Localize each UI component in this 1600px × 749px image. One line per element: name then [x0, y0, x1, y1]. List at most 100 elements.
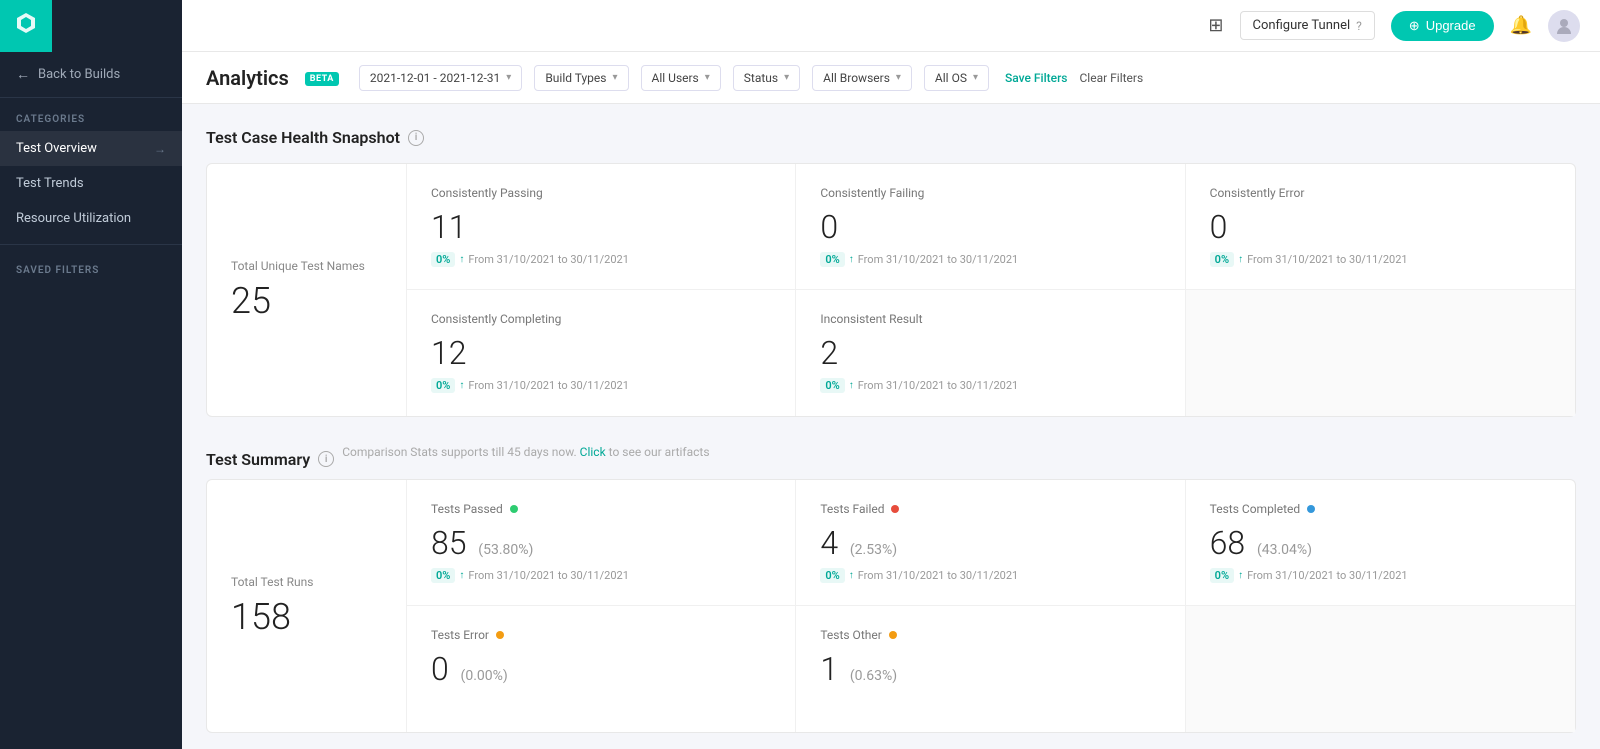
users-filter[interactable]: All Users ▾ [641, 65, 721, 91]
health-snapshot-empty-card [1186, 290, 1575, 416]
tests-failed-arrow-icon: ↑ [849, 570, 854, 581]
build-types-filter[interactable]: Build Types ▾ [534, 65, 628, 91]
upgrade-icon: ⊕ [1409, 18, 1420, 34]
health-snapshot-info-icon[interactable]: i [408, 130, 424, 146]
users-value: All Users [652, 71, 699, 85]
consistently-passing-range: From 31/10/2021 to 30/11/2021 [468, 253, 629, 266]
status-filter[interactable]: Status ▾ [733, 65, 800, 91]
total-test-runs: Total Test Runs 158 [207, 480, 407, 732]
save-filters-button[interactable]: Save Filters [1005, 71, 1068, 85]
configure-tunnel-label: Configure Tunnel [1253, 18, 1351, 33]
tests-error-value: 0 (0.00%) [431, 650, 771, 688]
test-summary-panel: Total Test Runs 158 Tests Passed 85 (53.… [206, 479, 1576, 733]
back-to-builds-label: Back to Builds [38, 67, 120, 82]
consistently-completing-arrow-icon: ↑ [459, 380, 464, 391]
consistently-passing-label: Consistently Passing [431, 186, 771, 200]
test-summary-stats-grid: Tests Passed 85 (53.80%) 0% ↑ From 31/10… [407, 480, 1575, 732]
consistently-passing-card: Consistently Passing 11 0% ↑ From 31/10/… [407, 164, 796, 290]
tests-error-dot [496, 631, 504, 639]
consistently-completing-range: From 31/10/2021 to 30/11/2021 [468, 379, 629, 392]
tests-failed-value: 4 (2.53%) [820, 524, 1160, 562]
date-range-caret-icon: ▾ [506, 72, 511, 83]
consistently-passing-pct-badge: 0% [431, 252, 455, 267]
os-filter[interactable]: All OS ▾ [924, 65, 989, 91]
consistently-completing-value: 12 [431, 334, 771, 372]
beta-badge: BETA [305, 72, 339, 86]
consistently-failing-card: Consistently Failing 0 0% ↑ From 31/10/2… [796, 164, 1185, 290]
tests-passed-value: 85 (53.80%) [431, 524, 771, 562]
status-caret-icon: ▾ [784, 72, 789, 83]
os-caret-icon: ▾ [973, 72, 978, 83]
sidebar-item-resource-utilization[interactable]: Resource Utilization [0, 201, 182, 236]
tests-passed-pct-badge: 0% [431, 568, 455, 583]
page-title: Analytics [206, 66, 289, 90]
users-caret-icon: ▾ [705, 72, 710, 83]
consistently-error-arrow-icon: ↑ [1238, 254, 1243, 265]
sidebar-item-test-overview-label: Test Overview [16, 141, 97, 156]
test-summary-empty-card [1186, 606, 1575, 732]
tests-passed-card: Tests Passed 85 (53.80%) 0% ↑ From 31/10… [407, 480, 796, 606]
tests-failed-range: From 31/10/2021 to 30/11/2021 [858, 569, 1019, 582]
tests-completed-pct-badge: 0% [1210, 568, 1234, 583]
sidebar-divider [0, 244, 182, 245]
top-navigation: ⊞ Configure Tunnel ? ⊕ Upgrade 🔔 [182, 0, 1600, 52]
build-types-caret-icon: ▾ [612, 72, 617, 83]
browsers-filter[interactable]: All Browsers ▾ [812, 65, 912, 91]
configure-tunnel-button[interactable]: Configure Tunnel ? [1240, 11, 1375, 40]
build-types-value: Build Types [545, 71, 606, 85]
tests-failed-label: Tests Failed [820, 502, 1160, 516]
total-unique-test-names-label: Total Unique Test Names [231, 258, 382, 275]
consistently-error-pct: 0% ↑ From 31/10/2021 to 30/11/2021 [1210, 252, 1551, 267]
browsers-caret-icon: ▾ [896, 72, 901, 83]
consistently-failing-pct-badge: 0% [820, 252, 844, 267]
tests-error-label: Tests Error [431, 628, 771, 642]
comparison-text: Comparison Stats supports till 45 days n… [342, 445, 709, 459]
health-snapshot-title-text: Test Case Health Snapshot [206, 128, 400, 147]
tests-error-subvalue: (0.00%) [461, 668, 508, 684]
sidebar-item-test-trends[interactable]: Test Trends [0, 166, 182, 201]
tests-passed-label: Tests Passed [431, 502, 771, 516]
grid-icon[interactable]: ⊞ [1208, 15, 1223, 36]
user-avatar[interactable] [1548, 10, 1580, 42]
upgrade-label: Upgrade [1426, 18, 1476, 33]
tests-passed-dot [510, 505, 518, 513]
notifications-bell-icon[interactable]: 🔔 [1510, 15, 1532, 36]
inconsistent-result-card: Inconsistent Result 2 0% ↑ From 31/10/20… [796, 290, 1185, 416]
upgrade-button[interactable]: ⊕ Upgrade [1391, 11, 1494, 41]
consistently-failing-range: From 31/10/2021 to 30/11/2021 [858, 253, 1019, 266]
back-to-builds[interactable]: ← Back to Builds [0, 52, 182, 98]
test-summary-info-icon[interactable]: i [318, 451, 334, 467]
consistently-completing-label: Consistently Completing [431, 312, 771, 326]
consistently-failing-label: Consistently Failing [820, 186, 1160, 200]
consistently-error-label: Consistently Error [1210, 186, 1551, 200]
tests-completed-range: From 31/10/2021 to 30/11/2021 [1247, 569, 1408, 582]
chevron-right-icon: → [154, 142, 166, 156]
tests-passed-pct: 0% ↑ From 31/10/2021 to 30/11/2021 [431, 568, 771, 583]
consistently-passing-value: 11 [431, 208, 771, 246]
tests-passed-range: From 31/10/2021 to 30/11/2021 [468, 569, 629, 582]
comparison-link[interactable]: Click [580, 445, 606, 459]
clear-filters-button[interactable]: Clear Filters [1080, 71, 1144, 85]
tests-other-subvalue: (0.63%) [850, 668, 897, 684]
tests-completed-pct: 0% ↑ From 31/10/2021 to 30/11/2021 [1210, 568, 1551, 583]
consistently-error-card: Consistently Error 0 0% ↑ From 31/10/202… [1186, 164, 1575, 290]
total-unique-test-names-value: 25 [231, 280, 382, 322]
date-range-filter[interactable]: 2021-12-01 - 2021-12-31 ▾ [359, 65, 522, 91]
tests-failed-dot [891, 505, 899, 513]
consistently-completing-pct-badge: 0% [431, 378, 455, 393]
health-snapshot-section-title: Test Case Health Snapshot i [206, 128, 1576, 147]
health-snapshot-panel: Total Unique Test Names 25 Consistently … [206, 163, 1576, 417]
sidebar-logo [0, 0, 52, 52]
health-snapshot-total: Total Unique Test Names 25 [207, 164, 407, 416]
consistently-failing-value: 0 [820, 208, 1160, 246]
inconsistent-result-value: 2 [820, 334, 1160, 372]
tests-passed-subvalue: (53.80%) [478, 542, 533, 558]
inconsistent-result-pct-badge: 0% [820, 378, 844, 393]
back-arrow-icon: ← [16, 66, 30, 83]
test-summary-section-title: Test Summary i [206, 450, 334, 469]
inconsistent-result-label: Inconsistent Result [820, 312, 1160, 326]
os-value: All OS [935, 71, 967, 85]
consistently-completing-pct: 0% ↑ From 31/10/2021 to 30/11/2021 [431, 378, 771, 393]
consistently-failing-pct: 0% ↑ From 31/10/2021 to 30/11/2021 [820, 252, 1160, 267]
sidebar-item-test-overview[interactable]: Test Overview → [0, 131, 182, 166]
